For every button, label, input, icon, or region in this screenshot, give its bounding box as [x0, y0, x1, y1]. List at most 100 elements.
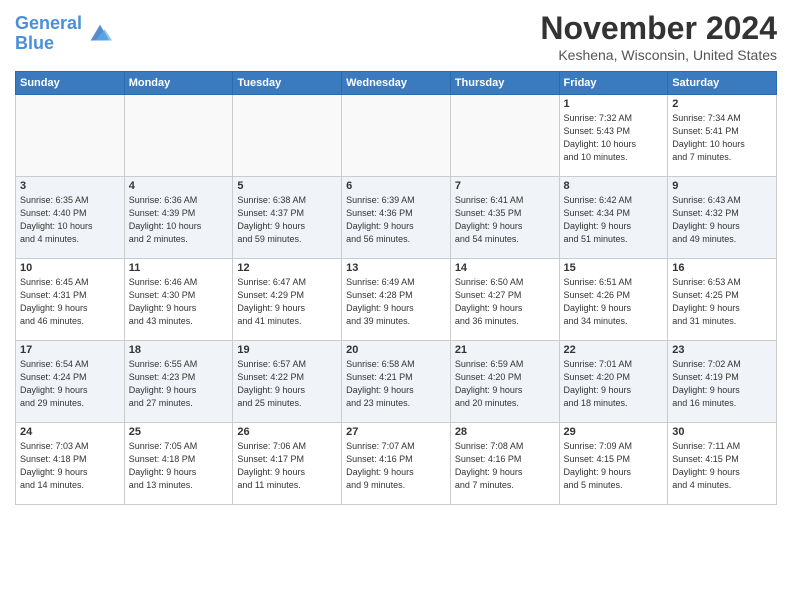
day-info: Sunrise: 7:03 AMSunset: 4:18 PMDaylight:…	[20, 440, 120, 492]
day-info: Sunrise: 7:11 AMSunset: 4:15 PMDaylight:…	[672, 440, 772, 492]
day-info: Sunrise: 6:53 AMSunset: 4:25 PMDaylight:…	[672, 276, 772, 328]
calendar-cell: 22 Sunrise: 7:01 AMSunset: 4:20 PMDayligh…	[559, 341, 668, 423]
weekday-header-friday: Friday	[559, 72, 668, 95]
calendar-cell: 7 Sunrise: 6:41 AMSunset: 4:35 PMDaylight…	[450, 177, 559, 259]
calendar-cell: 13 Sunrise: 6:49 AMSunset: 4:28 PMDayligh…	[342, 259, 451, 341]
calendar-cell: 21 Sunrise: 6:59 AMSunset: 4:20 PMDayligh…	[450, 341, 559, 423]
page-container: General Blue November 2024 Keshena, Wisc…	[0, 0, 792, 510]
day-info: Sunrise: 7:02 AMSunset: 4:19 PMDaylight:…	[672, 358, 772, 410]
day-number: 12	[237, 262, 337, 274]
calendar-cell: 17Sunrise: 6:54 AMSunset: 4:24 PMDayligh…	[16, 341, 125, 423]
day-info: Sunrise: 6:41 AMSunset: 4:35 PMDaylight:…	[455, 194, 555, 246]
day-number: 22	[564, 344, 664, 356]
day-number: 15	[564, 262, 664, 274]
day-info: Sunrise: 7:05 AMSunset: 4:18 PMDaylight:…	[129, 440, 229, 492]
day-info: Sunrise: 6:35 AMSunset: 4:40 PMDaylight:…	[20, 194, 120, 246]
logo-icon	[86, 20, 114, 48]
calendar-cell: 25 Sunrise: 7:05 AMSunset: 4:18 PMDayligh…	[124, 423, 233, 505]
location: Keshena, Wisconsin, United States	[540, 47, 777, 63]
calendar-cell: 20 Sunrise: 6:58 AMSunset: 4:21 PMDayligh…	[342, 341, 451, 423]
logo: General Blue	[15, 14, 114, 54]
calendar-cell: 29Sunrise: 7:09 AMSunset: 4:15 PMDayligh…	[559, 423, 668, 505]
week-row-4: 17Sunrise: 6:54 AMSunset: 4:24 PMDayligh…	[16, 341, 777, 423]
day-number: 25	[129, 426, 229, 438]
title-area: November 2024 Keshena, Wisconsin, United…	[540, 10, 777, 63]
day-number: 10	[20, 262, 120, 274]
day-number: 28	[455, 426, 555, 438]
day-number: 27	[346, 426, 446, 438]
calendar-cell: 28 Sunrise: 7:08 AMSunset: 4:16 PMDayligh…	[450, 423, 559, 505]
calendar-cell	[233, 95, 342, 177]
day-info: Sunrise: 7:34 AMSunset: 5:41 PMDaylight:…	[672, 112, 772, 164]
day-info: Sunrise: 7:01 AMSunset: 4:20 PMDaylight:…	[564, 358, 664, 410]
week-row-5: 24 Sunrise: 7:03 AMSunset: 4:18 PMDayligh…	[16, 423, 777, 505]
day-info: Sunrise: 7:06 AMSunset: 4:17 PMDaylight:…	[237, 440, 337, 492]
month-title: November 2024	[540, 10, 777, 47]
day-number: 18	[129, 344, 229, 356]
day-number: 1	[564, 98, 664, 110]
day-number: 11	[129, 262, 229, 274]
weekday-header-monday: Monday	[124, 72, 233, 95]
logo-line1: General	[15, 13, 82, 33]
day-number: 13	[346, 262, 446, 274]
calendar-cell: 5 Sunrise: 6:38 AMSunset: 4:37 PMDaylight…	[233, 177, 342, 259]
day-info: Sunrise: 6:58 AMSunset: 4:21 PMDaylight:…	[346, 358, 446, 410]
calendar-cell: 23 Sunrise: 7:02 AMSunset: 4:19 PMDayligh…	[668, 341, 777, 423]
calendar-cell: 26Sunrise: 7:06 AMSunset: 4:17 PMDayligh…	[233, 423, 342, 505]
calendar-cell	[450, 95, 559, 177]
calendar-cell: 9Sunrise: 6:43 AMSunset: 4:32 PMDaylight…	[668, 177, 777, 259]
calendar-cell: 6 Sunrise: 6:39 AMSunset: 4:36 PMDaylight…	[342, 177, 451, 259]
day-info: Sunrise: 7:07 AMSunset: 4:16 PMDaylight:…	[346, 440, 446, 492]
week-row-1: 1 Sunrise: 7:32 AMSunset: 5:43 PMDaylight…	[16, 95, 777, 177]
day-info: Sunrise: 6:49 AMSunset: 4:28 PMDaylight:…	[346, 276, 446, 328]
calendar-cell: 27 Sunrise: 7:07 AMSunset: 4:16 PMDayligh…	[342, 423, 451, 505]
calendar-cell: 10Sunrise: 6:45 AMSunset: 4:31 PMDayligh…	[16, 259, 125, 341]
day-info: Sunrise: 6:39 AMSunset: 4:36 PMDaylight:…	[346, 194, 446, 246]
day-number: 6	[346, 180, 446, 192]
weekday-header-thursday: Thursday	[450, 72, 559, 95]
day-number: 23	[672, 344, 772, 356]
day-number: 21	[455, 344, 555, 356]
day-number: 19	[237, 344, 337, 356]
day-info: Sunrise: 6:36 AMSunset: 4:39 PMDaylight:…	[129, 194, 229, 246]
day-number: 16	[672, 262, 772, 274]
weekday-header-tuesday: Tuesday	[233, 72, 342, 95]
day-number: 24	[20, 426, 120, 438]
day-number: 17	[20, 344, 120, 356]
calendar-cell	[342, 95, 451, 177]
day-number: 14	[455, 262, 555, 274]
calendar-cell: 19Sunrise: 6:57 AMSunset: 4:22 PMDayligh…	[233, 341, 342, 423]
day-info: Sunrise: 6:50 AMSunset: 4:27 PMDaylight:…	[455, 276, 555, 328]
day-info: Sunrise: 6:59 AMSunset: 4:20 PMDaylight:…	[455, 358, 555, 410]
day-info: Sunrise: 7:32 AMSunset: 5:43 PMDaylight:…	[564, 112, 664, 164]
calendar-cell: 16 Sunrise: 6:53 AMSunset: 4:25 PMDayligh…	[668, 259, 777, 341]
day-info: Sunrise: 6:47 AMSunset: 4:29 PMDaylight:…	[237, 276, 337, 328]
calendar-cell: 14 Sunrise: 6:50 AMSunset: 4:27 PMDayligh…	[450, 259, 559, 341]
day-number: 30	[672, 426, 772, 438]
day-info: Sunrise: 6:51 AMSunset: 4:26 PMDaylight:…	[564, 276, 664, 328]
day-number: 7	[455, 180, 555, 192]
calendar-cell: 11 Sunrise: 6:46 AMSunset: 4:30 PMDayligh…	[124, 259, 233, 341]
day-number: 8	[564, 180, 664, 192]
calendar-cell	[124, 95, 233, 177]
calendar-cell: 1 Sunrise: 7:32 AMSunset: 5:43 PMDaylight…	[559, 95, 668, 177]
day-info: Sunrise: 6:42 AMSunset: 4:34 PMDaylight:…	[564, 194, 664, 246]
calendar-cell: 2Sunrise: 7:34 AMSunset: 5:41 PMDaylight…	[668, 95, 777, 177]
day-number: 3	[20, 180, 120, 192]
day-number: 5	[237, 180, 337, 192]
week-row-2: 3 Sunrise: 6:35 AMSunset: 4:40 PMDaylight…	[16, 177, 777, 259]
day-info: Sunrise: 6:46 AMSunset: 4:30 PMDaylight:…	[129, 276, 229, 328]
calendar-table: SundayMondayTuesdayWednesdayThursdayFrid…	[15, 71, 777, 505]
calendar-cell: 3 Sunrise: 6:35 AMSunset: 4:40 PMDaylight…	[16, 177, 125, 259]
weekday-header-row: SundayMondayTuesdayWednesdayThursdayFrid…	[16, 72, 777, 95]
day-number: 29	[564, 426, 664, 438]
day-number: 9	[672, 180, 772, 192]
weekday-header-sunday: Sunday	[16, 72, 125, 95]
weekday-header-saturday: Saturday	[668, 72, 777, 95]
day-info: Sunrise: 6:38 AMSunset: 4:37 PMDaylight:…	[237, 194, 337, 246]
day-info: Sunrise: 7:08 AMSunset: 4:16 PMDaylight:…	[455, 440, 555, 492]
weekday-header-wednesday: Wednesday	[342, 72, 451, 95]
day-number: 20	[346, 344, 446, 356]
calendar-cell: 4Sunrise: 6:36 AMSunset: 4:39 PMDaylight…	[124, 177, 233, 259]
header: General Blue November 2024 Keshena, Wisc…	[15, 10, 777, 63]
